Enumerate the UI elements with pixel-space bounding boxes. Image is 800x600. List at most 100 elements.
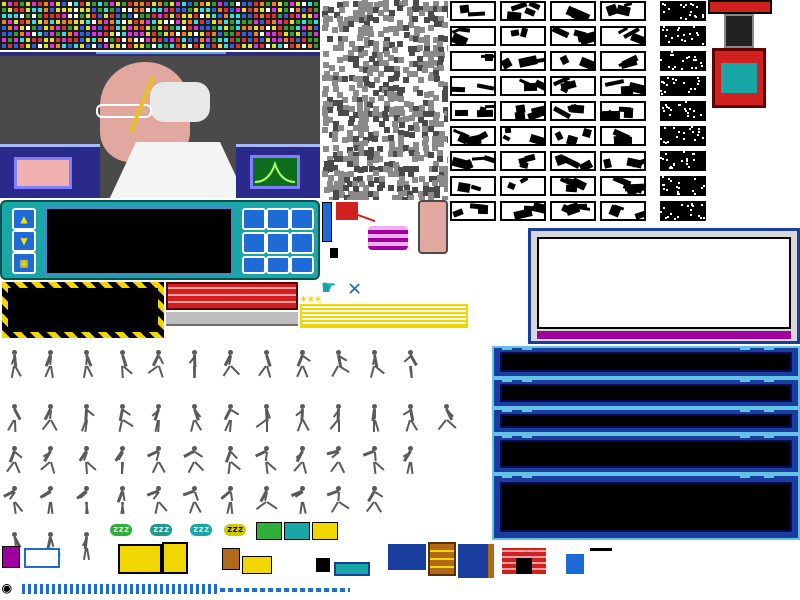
color-dot [284,20,288,24]
maze-tile [450,126,496,146]
computer-sprite [388,544,426,570]
down-button[interactable]: ▼ [12,230,36,252]
grid-button[interactable]: ▦ [12,252,36,274]
color-dot [140,8,144,12]
rock-speck [338,66,345,73]
starfield-tile [660,101,706,121]
color-dot [248,14,252,18]
maze-tile [600,76,646,96]
color-dot [206,32,210,36]
color-dot [290,32,294,36]
control-button-e[interactable] [266,232,290,254]
color-dot [98,38,102,42]
color-dot [128,14,132,18]
color-dot [8,26,12,30]
color-dot [20,14,24,18]
color-dot [266,44,270,48]
color-dot [134,8,138,12]
color-dot [2,26,6,30]
color-dot [254,14,258,18]
runner-frame [188,350,200,379]
starfield-tile [660,26,706,46]
pointer-icon[interactable]: ☛ [322,276,335,301]
maze-tile [600,51,646,71]
color-dot [188,32,192,36]
monitor-screen [537,237,791,329]
control-button-a[interactable] [242,208,266,230]
color-dot [212,2,216,6]
color-dot [116,32,120,36]
maze-tile [500,76,546,96]
control-button-f[interactable] [290,232,314,254]
color-dot [8,32,12,36]
color-dot [182,44,186,48]
panel-nub [764,408,774,412]
arrow-tile-green [256,522,282,540]
starfield-tile [660,51,706,71]
rock-speck [437,120,444,127]
color-dot [146,38,150,42]
color-dot [44,26,48,30]
color-dot [110,2,114,6]
runner-frame [326,446,346,474]
color-dot [302,20,306,24]
starfield-tile [660,151,706,171]
color-dot [314,44,318,48]
color-dot [170,26,174,30]
runner-frame [329,404,344,432]
control-button-d[interactable] [242,232,266,254]
runner-frame [44,350,56,379]
control-button-b[interactable] [266,208,290,230]
color-dot [206,26,210,30]
color-dot [104,32,108,36]
rock-texture [322,0,448,200]
rock-speck [383,126,390,133]
color-dot [86,20,90,24]
maze-tile [500,101,546,121]
color-dot [152,44,156,48]
color-dot [176,32,180,36]
up-button[interactable]: ▲ [12,208,36,230]
color-dot [44,32,48,36]
runner-frames [0,346,490,561]
color-dot [272,2,276,6]
color-dot [206,38,210,42]
color-dot [134,14,138,18]
color-dot [236,20,240,24]
control-button-g[interactable] [242,256,266,274]
maze-tile [550,26,596,46]
color-dot [14,14,18,18]
color-dot [260,38,264,42]
color-dot [32,14,36,18]
color-dot [26,20,30,24]
rock-speck [332,80,339,87]
color-dot [62,38,66,42]
color-dot [236,2,240,6]
color-dot [128,44,132,48]
color-dot [104,26,108,30]
rock-speck [342,26,349,33]
panel-nub [764,434,774,438]
vehicle-roof [708,0,772,14]
color-dot [32,26,36,30]
color-dot [200,32,204,36]
color-dot [212,14,216,18]
runner-frame [223,404,240,433]
close-icon[interactable]: ✕ [348,276,361,301]
color-dot [140,38,144,42]
control-button-i[interactable] [290,256,314,274]
color-dot [290,20,294,24]
color-dot [206,14,210,18]
color-dot [80,2,84,6]
control-button-h[interactable] [266,256,290,274]
color-dot [62,20,66,24]
color-dot [260,32,264,36]
color-dot [182,38,186,42]
runner-frame [76,486,92,515]
color-dot [224,44,228,48]
control-button-c[interactable] [290,208,314,230]
panel-nub [522,474,532,478]
color-dot [92,38,96,42]
color-dot [38,32,42,36]
rock-speck [362,196,369,200]
